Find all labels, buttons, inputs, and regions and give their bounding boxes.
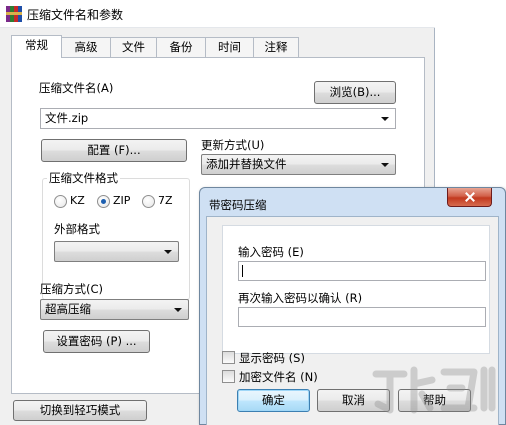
checkbox[interactable]: [222, 370, 235, 383]
radio-button[interactable]: [142, 195, 155, 208]
password-fields-group: 输入密码 (E) 再次输入密码以确认 (R): [222, 225, 490, 354]
chevron-down-icon[interactable]: [381, 117, 389, 121]
archive-format-title: 压缩文件格式: [47, 170, 120, 186]
tab-files[interactable]: 文件: [110, 37, 157, 57]
radio-button[interactable]: [97, 195, 110, 208]
update-mode-select[interactable]: 添加并替换文件: [201, 154, 396, 175]
format-7z-label: 7Z: [158, 194, 173, 207]
tab-time[interactable]: 时间: [205, 37, 254, 57]
profiles-button[interactable]: 配置 (F)...: [41, 139, 187, 162]
tab-backup[interactable]: 备份: [156, 37, 206, 57]
update-mode-value: 添加并替换文件: [206, 157, 287, 171]
main-titlebar: 压缩文件名和参数: [0, 0, 435, 28]
radio-button[interactable]: [54, 195, 67, 208]
radio-selected-dot: [101, 199, 106, 204]
tab-comment[interactable]: 注释: [253, 37, 299, 57]
external-format-select[interactable]: [54, 241, 179, 262]
show-password-checkbox[interactable]: 显示密码 (S): [222, 351, 322, 365]
update-mode-label: 更新方式(U): [201, 138, 265, 152]
switch-lite-mode-button[interactable]: 切换到轻巧模式: [13, 400, 147, 421]
dialog-title: 带密码压缩: [209, 198, 267, 212]
text-caret: [242, 265, 243, 277]
browse-button[interactable]: 浏览(B)...: [314, 81, 396, 104]
archive-name-label: 压缩文件名(A): [39, 81, 114, 95]
chevron-down-icon[interactable]: [164, 250, 172, 254]
confirm-password-label: 再次输入密码以确认 (R): [238, 291, 363, 305]
external-format-label: 外部格式: [54, 222, 100, 236]
show-password-label: 显示密码 (S): [239, 351, 305, 365]
confirm-password-input[interactable]: [238, 307, 486, 327]
password-input[interactable]: [238, 261, 486, 281]
chevron-down-icon[interactable]: [381, 163, 389, 167]
archive-name-value: 文件.zip: [45, 111, 89, 125]
compression-method-select[interactable]: 超高压缩: [40, 299, 189, 320]
format-zip-radio[interactable]: ZIP: [97, 194, 137, 209]
format-zip-label: ZIP: [113, 194, 131, 207]
tab-advanced[interactable]: 高级: [61, 37, 111, 57]
encrypt-filenames-checkbox[interactable]: 加密文件名 (N): [222, 370, 332, 384]
watermark-logo: [372, 366, 496, 414]
encrypt-filenames-label: 加密文件名 (N): [239, 370, 318, 384]
archive-name-combobox[interactable]: 文件.zip: [40, 108, 396, 129]
window-title: 压缩文件名和参数: [27, 8, 124, 22]
winrar-books-icon: [6, 6, 22, 22]
ok-button[interactable]: 确定: [237, 389, 310, 412]
format-7z-radio[interactable]: 7Z: [142, 194, 176, 209]
compression-method-value: 超高压缩: [45, 302, 91, 316]
enter-password-label: 输入密码 (E): [238, 245, 304, 259]
tab-general[interactable]: 常规: [11, 35, 62, 58]
checkbox[interactable]: [222, 351, 235, 364]
compression-method-label: 压缩方式(C): [40, 282, 104, 296]
format-kz-label: KZ: [70, 194, 85, 207]
format-kz-radio[interactable]: KZ: [54, 194, 88, 209]
set-password-button[interactable]: 设置密码 (P) ...: [43, 330, 150, 353]
chevron-down-icon[interactable]: [174, 308, 182, 312]
close-icon[interactable]: [447, 188, 492, 207]
